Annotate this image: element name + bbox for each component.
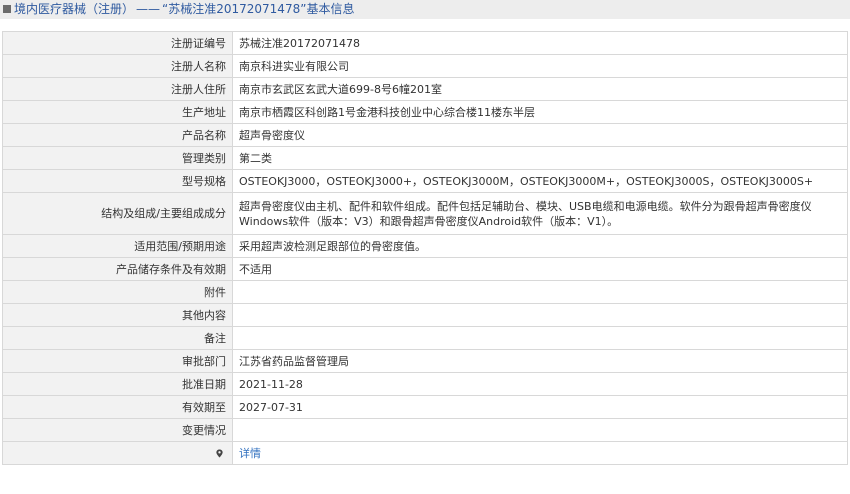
row-label-approval-date: 批准日期 bbox=[2, 372, 233, 396]
table-row: 详情 bbox=[2, 441, 848, 465]
table-row: 注册证编号 苏械注准20172071478 bbox=[2, 31, 848, 55]
table-row: 注册人住所 南京市玄武区玄武大道699-8号6幢201室 bbox=[2, 77, 848, 101]
row-label-registrant: 注册人名称 bbox=[2, 54, 233, 78]
row-label-storage: 产品储存条件及有效期 bbox=[2, 257, 233, 281]
table-row: 产品名称 超声骨密度仪 bbox=[2, 123, 848, 147]
row-value-remarks bbox=[232, 326, 848, 350]
row-value-category: 第二类 bbox=[232, 146, 848, 170]
header-dash: —— bbox=[136, 2, 161, 16]
document-icon bbox=[3, 5, 11, 13]
row-value-approval-date: 2021-11-28 bbox=[232, 372, 848, 396]
row-value-address: 南京市玄武区玄武大道699-8号6幢201室 bbox=[232, 77, 848, 101]
row-label-approval-dept: 审批部门 bbox=[2, 349, 233, 373]
row-label-address: 注册人住所 bbox=[2, 77, 233, 101]
row-value-production-address: 南京市栖霞区科创路1号金港科技创业中心综合楼11楼东半层 bbox=[232, 100, 848, 124]
row-label-detail bbox=[2, 441, 233, 465]
header-suffix: 基本信息 bbox=[306, 2, 355, 16]
row-value-approval-dept: 江苏省药品监督管理局 bbox=[232, 349, 848, 373]
row-value-storage: 不适用 bbox=[232, 257, 848, 281]
row-value-attachments bbox=[232, 280, 848, 304]
table-row: 型号规格 OSTEOKJ3000，OSTEOKJ3000+，OSTEOKJ300… bbox=[2, 169, 848, 193]
row-value-registrant: 南京科进实业有限公司 bbox=[232, 54, 848, 78]
row-value-intended-use: 采用超声波检测足跟部位的骨密度值。 bbox=[232, 234, 848, 258]
row-label-category: 管理类别 bbox=[2, 146, 233, 170]
row-value-valid-until: 2027-07-31 bbox=[232, 395, 848, 419]
table-row: 变更情况 bbox=[2, 418, 848, 442]
table-row: 注册人名称 南京科进实业有限公司 bbox=[2, 54, 848, 78]
detail-link[interactable]: 详情 bbox=[239, 447, 261, 460]
pin-icon bbox=[216, 448, 223, 458]
table-row: 生产地址 南京市栖霞区科创路1号金港科技创业中心综合楼11楼东半层 bbox=[2, 100, 848, 124]
row-label-valid-until: 有效期至 bbox=[2, 395, 233, 419]
table-row: 适用范围/预期用途 采用超声波检测足跟部位的骨密度值。 bbox=[2, 234, 848, 258]
row-value-models: OSTEOKJ3000，OSTEOKJ3000+，OSTEOKJ3000M，OS… bbox=[232, 169, 848, 193]
row-label-structure: 结构及组成/主要组成成分 bbox=[2, 192, 233, 235]
row-label-product-name: 产品名称 bbox=[2, 123, 233, 147]
row-label-other: 其他内容 bbox=[2, 303, 233, 327]
header-reg-no: “苏械注准20172071478” bbox=[162, 2, 307, 16]
table-row: 审批部门 江苏省药品监督管理局 bbox=[2, 349, 848, 373]
row-value-other bbox=[232, 303, 848, 327]
table-row: 管理类别 第二类 bbox=[2, 146, 848, 170]
table-row: 结构及组成/主要组成成分 超声骨密度仪由主机、配件和软件组成。配件包括足辅助台、… bbox=[2, 192, 848, 235]
row-label-intended-use: 适用范围/预期用途 bbox=[2, 234, 233, 258]
table-row: 附件 bbox=[2, 280, 848, 304]
row-value-changes bbox=[232, 418, 848, 442]
table-row: 批准日期 2021-11-28 bbox=[2, 372, 848, 396]
info-table: 注册证编号 苏械注准20172071478 注册人名称 南京科进实业有限公司 注… bbox=[2, 31, 848, 465]
row-label-remarks: 备注 bbox=[2, 326, 233, 350]
row-label-models: 型号规格 bbox=[2, 169, 233, 193]
row-value-structure: 超声骨密度仪由主机、配件和软件组成。配件包括足辅助台、模块、USB电缆和电源电缆… bbox=[232, 192, 848, 235]
row-value-reg-no: 苏械注准20172071478 bbox=[232, 31, 848, 55]
row-label-production-address: 生产地址 bbox=[2, 100, 233, 124]
table-row: 其他内容 bbox=[2, 303, 848, 327]
page-header: 境内医疗器械（注册） —— “苏械注准20172071478”基本信息 bbox=[0, 0, 850, 19]
table-row: 产品储存条件及有效期 不适用 bbox=[2, 257, 848, 281]
row-label-changes: 变更情况 bbox=[2, 418, 233, 442]
row-value-detail: 详情 bbox=[232, 441, 848, 465]
table-row: 有效期至 2027-07-31 bbox=[2, 395, 848, 419]
table-row: 备注 bbox=[2, 326, 848, 350]
header-section: 境内医疗器械（注册） bbox=[14, 2, 135, 16]
row-label-reg-no: 注册证编号 bbox=[2, 31, 233, 55]
row-value-product-name: 超声骨密度仪 bbox=[232, 123, 848, 147]
row-label-attachments: 附件 bbox=[2, 280, 233, 304]
